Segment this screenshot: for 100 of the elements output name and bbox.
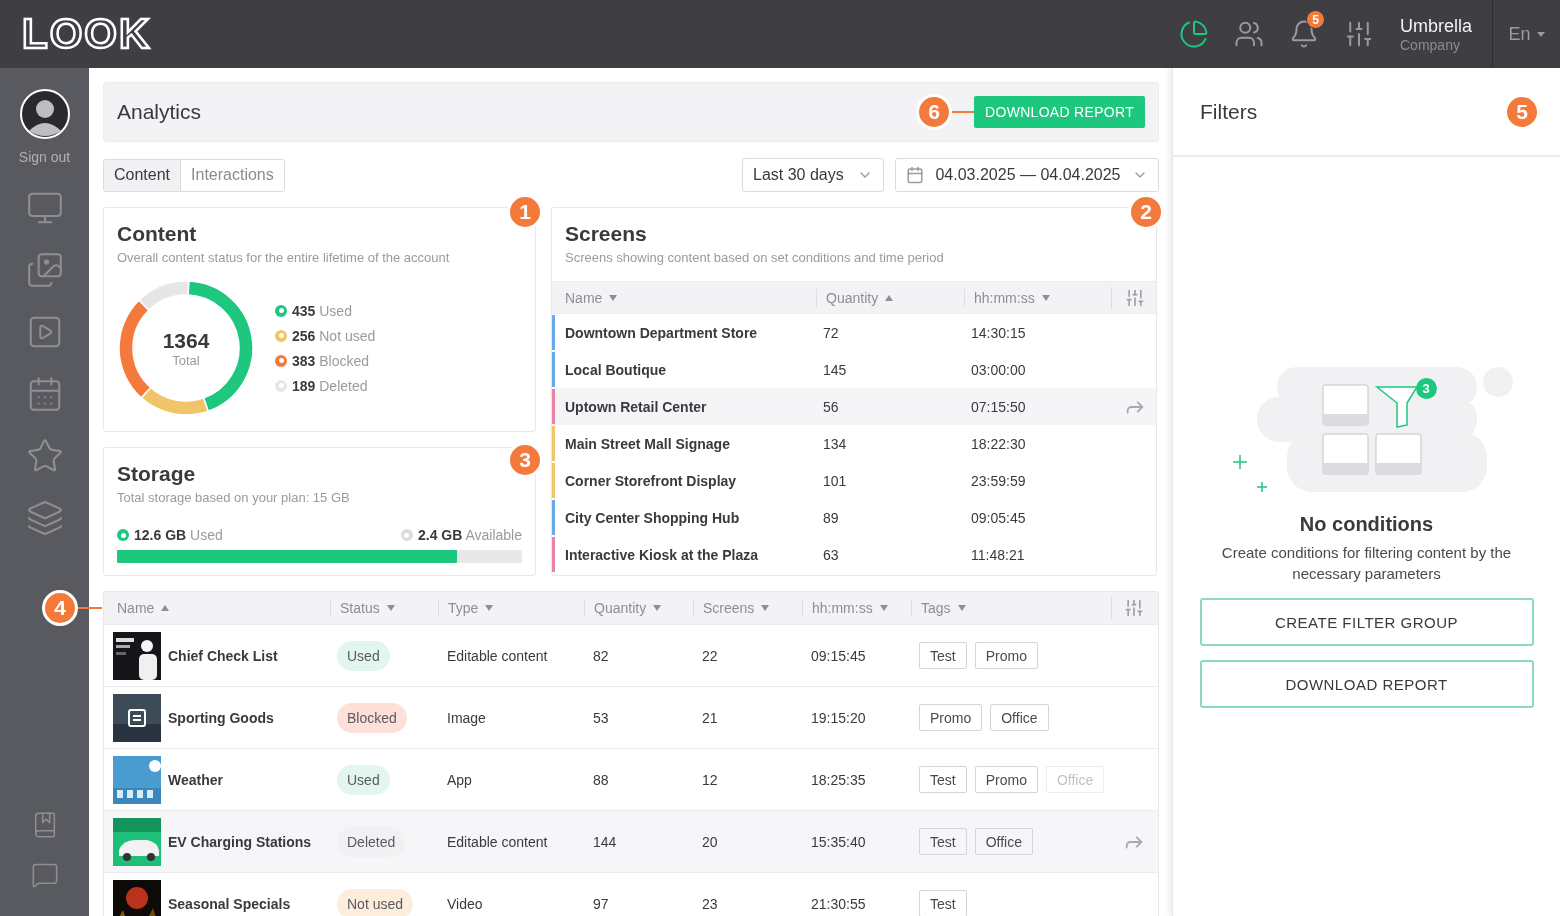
legend-label: 435 Used [292,302,352,319]
table-cell-text: 09:15:45 [810,647,867,664]
status-pill: Deleted [337,826,406,857]
table-cell-text: City Center Shopping Hub [564,509,741,526]
table-cell-text: Uptown Retail Center [564,398,708,415]
table-cell-text: Downtown Department Store [564,324,759,341]
table-cell-text: Local Boutique [564,361,668,378]
card-title: Screens [565,222,648,246]
tag: Test [919,642,967,669]
tag: Office [974,828,1033,855]
table-cell-text: 134 [822,435,848,452]
legend-label: 189 Deleted [292,377,368,394]
table-cell-text: 23 [701,895,719,912]
table-cell: EV Charging Stations [168,833,312,850]
table-cell-text: 56 [822,398,840,415]
table-cell-text: 97 [592,895,610,912]
tag: Promo [974,642,1038,669]
table-cell-text: 12 [701,771,719,788]
avatar[interactable] [19,89,70,139]
leader-line [952,111,975,113]
used-reading: 12.6 GB Used [134,527,223,543]
table-cell-text: 22 [701,647,719,664]
panel-title: Filters [1200,99,1258,124]
table-row[interactable]: Seasonal Specials Not used Video 97 23 21:30:55 Test [104,872,1158,916]
table-cell-text: 19:15:20 [810,709,867,726]
page-title: Analytics [117,100,202,124]
sliders-icon [1125,287,1145,308]
table-cell-text: 21:30:55 [810,895,867,912]
total-count: 1364 [162,328,210,353]
card-title: Storage [117,462,197,486]
table-cell-text: 63 [822,546,840,563]
table-cell: Seasonal Specials [168,895,291,912]
total-label: Total [172,352,200,368]
caret-icon [1536,31,1545,37]
chat-icon [30,861,59,889]
tag: Office [1045,766,1105,793]
tab[interactable]: Content [104,159,182,191]
table-cell-text: Editable content [446,647,549,664]
status-pill: Not used [337,888,414,916]
tag: Office [990,704,1049,731]
tag: Promo [974,766,1038,793]
tag: Promo [919,704,983,731]
table-cell-text: Interactive Kiosk at the Plaza [564,546,759,563]
available-dot [400,529,413,541]
card-subtitle: Total storage based on your plan: 15 GB [117,490,351,505]
table-cell-text: Editable content [446,833,549,850]
logo[interactable]: LOOK [20,13,154,55]
table-cell-text: Main Street Mall Signage [564,435,731,452]
table-cell-text: 21 [701,709,719,726]
table-cell-text: 144 [592,833,618,850]
table-cell-text: Video [446,895,484,912]
notification-badge: 5 [1306,10,1325,29]
outline-button[interactable]: CREATE FILTER GROUP [1199,598,1534,646]
tag: Test [919,890,967,916]
table-cell-text: App [446,771,473,788]
empty-title: No conditions [1299,513,1434,536]
table-cell-text: 14:30:15 [970,324,1027,341]
table-cell: Sporting Goods [168,709,274,726]
pie-chart-icon [1178,19,1209,49]
table-cell-text: 18:22:30 [970,435,1027,452]
table-cell-text: 15:35:40 [810,833,867,850]
used-dot [117,529,129,541]
table-cell-text: 82 [592,647,610,664]
table-cell-text: 03:00:00 [970,361,1027,378]
card-title: Content [117,222,198,246]
table-cell-text: 07:15:50 [970,398,1027,415]
sliders-icon [1124,598,1144,618]
table-cell-text: 20 [701,833,719,850]
leader-line [78,607,102,609]
table-row[interactable]: EV Charging Stations Deleted Editable content 144 20 15:35:40 Test Office [104,810,1158,872]
table-cell-text: 72 [822,324,840,341]
status-pill: Used [337,764,390,795]
images-icon [25,251,64,289]
users-icon [1233,19,1264,49]
table-cell-text: 11:48:21 [970,546,1026,563]
step-marker: 6 [916,94,953,130]
legend-label: 383 Blocked [292,352,370,369]
empty-description: Create conditions for filtering content by the necessary parameters [1220,543,1513,584]
table-cell: Weather [168,771,223,788]
available-reading: 2.4 GB Available [417,527,522,543]
table-cell-text: 53 [592,709,610,726]
step-marker: 2 [1128,194,1164,230]
date-range-field[interactable]: 04.03.2025 — 04.04.2025 [895,158,1159,192]
outline-button[interactable]: DOWNLOAD REPORT [1199,660,1534,708]
account-role: Company [1400,36,1461,53]
table-cell-text: 101 [822,472,848,489]
legend-label: 256 Not used [292,327,376,344]
step-marker: 1 [507,194,543,230]
table-cell-text: 88 [592,771,610,788]
table-cell-text: Image [446,709,487,726]
table-row[interactable]: Uptown Retail Center 56 07:15:50 [552,388,1156,425]
account-name[interactable]: Umbrella [1400,15,1492,37]
table-cell-text: 23:59:59 [970,472,1027,489]
table-cell: Chief Check List [168,647,278,664]
table-cell-text: Corner Storefront Display [564,472,738,489]
layers-icon [25,499,64,537]
step-marker: 3 [507,442,543,478]
period-select[interactable]: Last 30 days [742,158,884,192]
calendar-icon [906,166,924,184]
table-cell-text: 89 [822,509,840,526]
